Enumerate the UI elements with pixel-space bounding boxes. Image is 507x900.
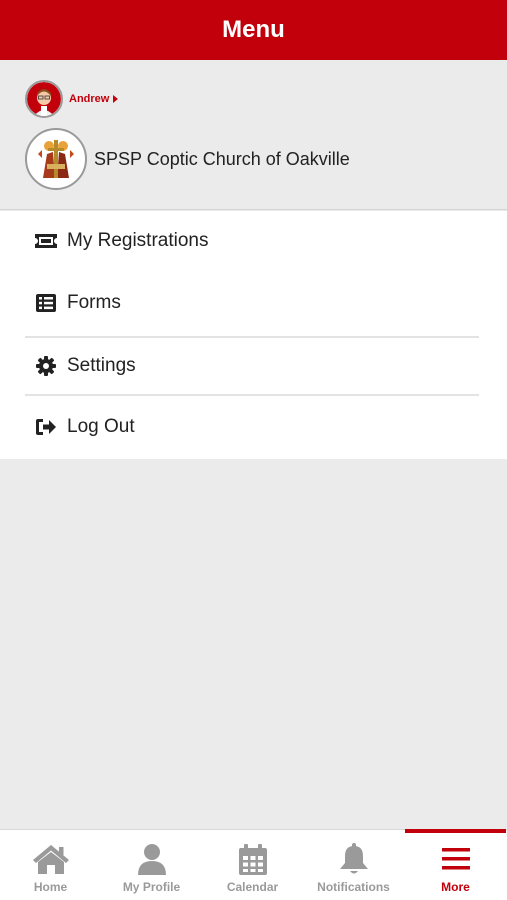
menu-item-label: Settings — [67, 355, 136, 376]
hamburger-icon — [436, 842, 476, 876]
ticket-icon — [33, 228, 59, 254]
avatar[interactable] — [25, 80, 63, 118]
tab-label: More — [441, 880, 470, 894]
header-bar: Menu — [0, 0, 507, 60]
avatar-image — [27, 82, 61, 116]
page-title: Menu — [222, 16, 285, 43]
menu-item-log-out[interactable]: Log Out — [25, 397, 479, 457]
tab-home[interactable]: Home — [0, 830, 101, 900]
divider — [25, 394, 479, 396]
tab-label: My Profile — [122, 880, 181, 894]
user-icon — [132, 842, 172, 876]
calendar-icon — [233, 842, 273, 876]
bottom-tab-bar: Home My Profile Calendar Notifications M… — [0, 829, 507, 900]
tab-label: Notifications — [317, 880, 390, 894]
tab-label: Calendar — [226, 880, 279, 894]
user-name[interactable]: Andrew — [69, 93, 109, 105]
menu-item-settings[interactable]: Settings — [25, 336, 479, 396]
caret-right-icon — [113, 95, 119, 103]
menu-item-my-registrations[interactable]: My Registrations — [25, 211, 479, 271]
tab-notifications[interactable]: Notifications — [303, 830, 404, 900]
sign-out-icon — [33, 414, 59, 440]
church-row: SPSP Coptic Church of Oakville — [25, 128, 350, 190]
church-logo-image — [29, 132, 83, 186]
menu-list: My Registrations Forms Settings Log Out — [0, 211, 507, 459]
home-icon — [31, 842, 71, 876]
list-icon — [33, 290, 59, 316]
tab-more[interactable]: More — [405, 829, 506, 900]
profile-section: Andrew SPSP Coptic Church of Oakville — [0, 60, 507, 210]
tab-my-profile[interactable]: My Profile — [101, 830, 202, 900]
tab-calendar[interactable]: Calendar — [202, 830, 303, 900]
user-link[interactable]: Andrew — [25, 80, 119, 118]
menu-item-label: My Registrations — [67, 230, 209, 251]
menu-item-label: Log Out — [67, 416, 135, 437]
church-name: SPSP Coptic Church of Oakville — [94, 148, 350, 169]
menu-item-forms[interactable]: Forms — [25, 273, 479, 333]
menu-item-label: Forms — [67, 292, 121, 313]
church-logo — [25, 128, 87, 190]
tab-label: Home — [33, 880, 68, 894]
bell-icon — [334, 842, 374, 876]
gear-icon — [33, 353, 59, 379]
